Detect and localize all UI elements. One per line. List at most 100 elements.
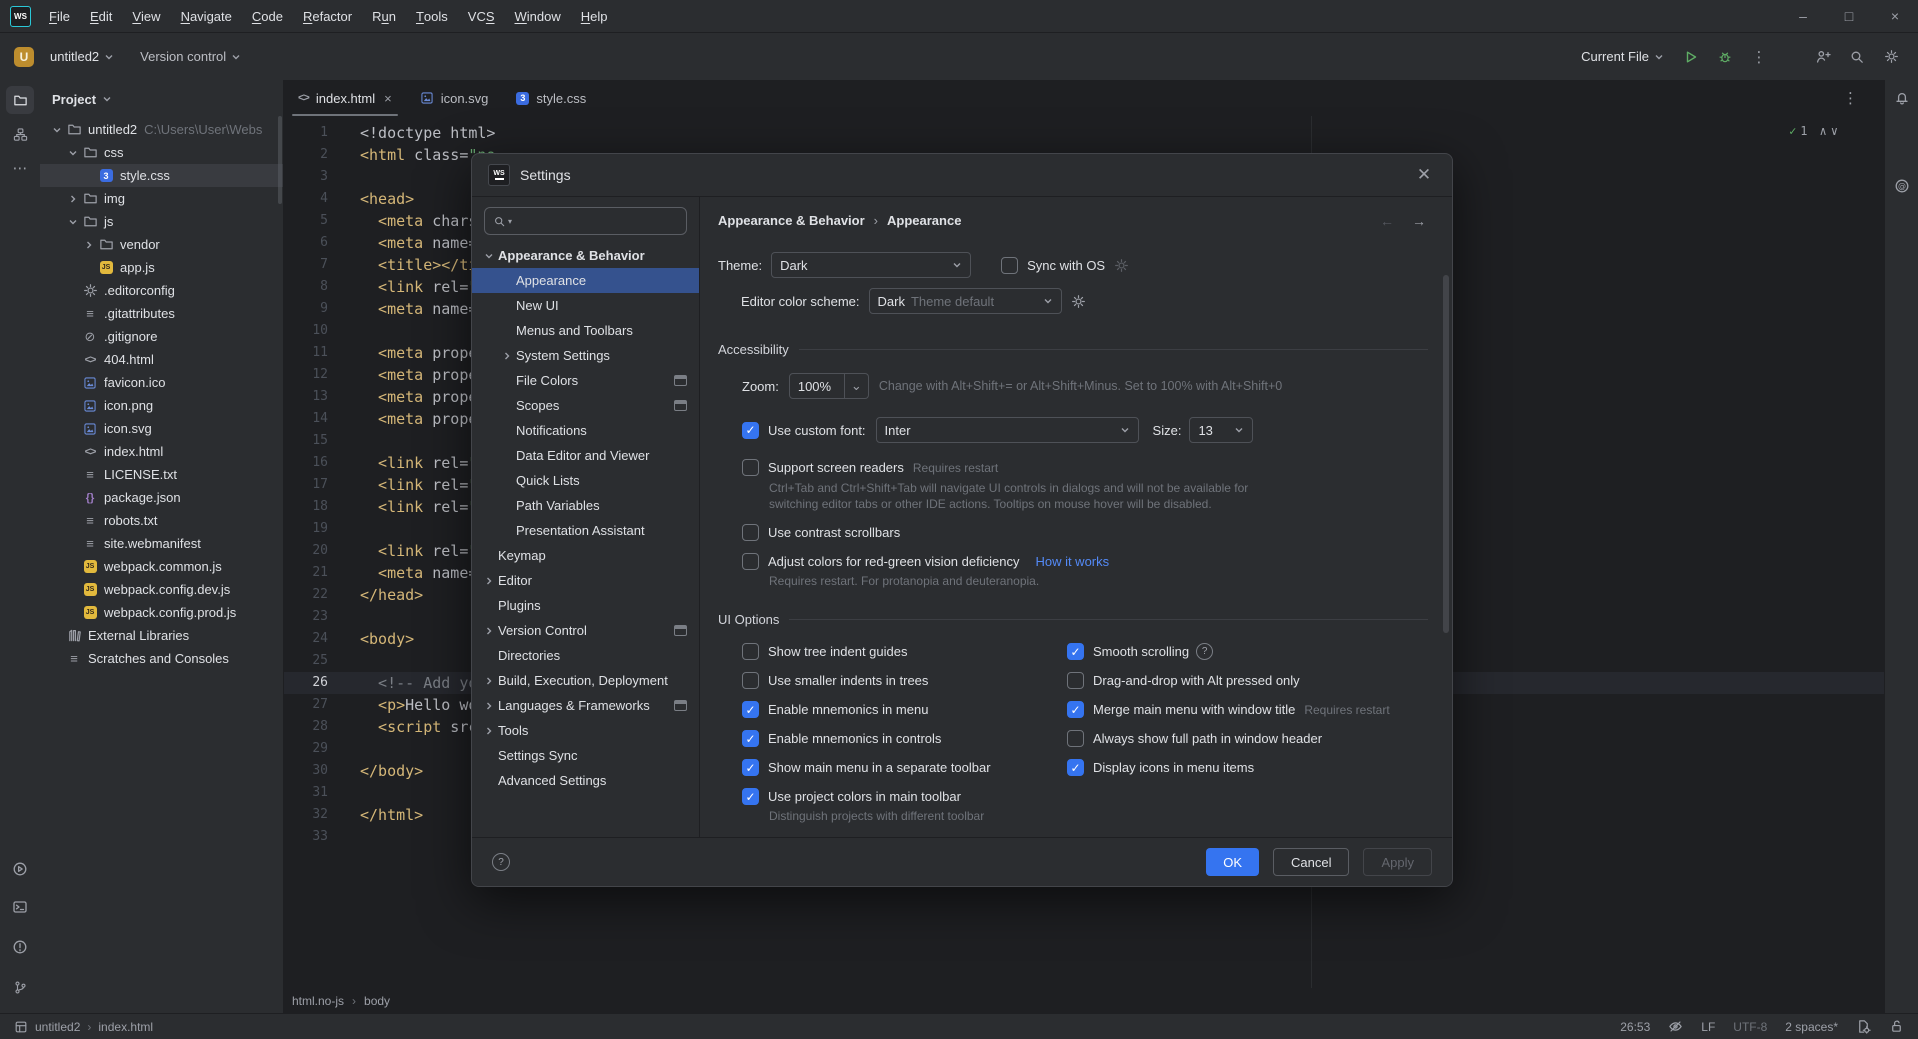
settings-tree-item-build-execution-deployment[interactable]: Build, Execution, Deployment xyxy=(472,668,699,693)
breadcrumb-item[interactable]: body xyxy=(364,994,390,1008)
file-settings-icon[interactable] xyxy=(1856,1019,1871,1034)
run-configuration-widget[interactable]: Current File xyxy=(1573,42,1672,72)
chevron-down-icon[interactable] xyxy=(64,217,81,227)
settings-tree-item-keymap[interactable]: Keymap xyxy=(472,543,699,568)
settings-breadcrumb-parent[interactable]: Appearance & Behavior xyxy=(718,213,865,228)
option-merge-main-menu-with-window-title[interactable]: ✓Merge main menu with window titleRequir… xyxy=(1067,695,1390,724)
sync-with-os-checkbox[interactable] xyxy=(1001,257,1018,274)
project-widget[interactable]: untitled2 xyxy=(42,42,122,72)
theme-select[interactable]: Dark xyxy=(771,252,971,278)
prev-problem-icon[interactable]: ∧ xyxy=(1820,124,1827,138)
editor-color-scheme-select[interactable]: Dark Theme default xyxy=(869,288,1062,314)
forward-arrow-icon[interactable]: → xyxy=(1412,213,1426,229)
checkbox[interactable]: ✓ xyxy=(742,701,759,718)
option-use-smaller-indents-in-trees[interactable]: Use smaller indents in trees xyxy=(742,666,1067,695)
project-tree-item[interactable]: JSwebpack.common.js xyxy=(40,555,283,578)
chevron-right-icon[interactable] xyxy=(480,626,498,636)
project-tree-item[interactable]: JSwebpack.config.prod.js xyxy=(40,601,283,624)
project-tree-item[interactable]: .editorconfig xyxy=(40,279,283,302)
tab-options-button[interactable]: ⋮ xyxy=(1843,80,1858,116)
menu-help[interactable]: Help xyxy=(571,0,618,32)
help-icon[interactable]: ? xyxy=(492,853,510,871)
settings-tree-item-new-ui[interactable]: New UI xyxy=(472,293,699,318)
project-tree-item[interactable]: icon.png xyxy=(40,394,283,417)
settings-tree-item-presentation-assistant[interactable]: Presentation Assistant xyxy=(472,518,699,543)
line-ending[interactable]: LF xyxy=(1701,1020,1715,1034)
menu-view[interactable]: View xyxy=(122,0,170,32)
settings-tree-item-quick-lists[interactable]: Quick Lists xyxy=(472,468,699,493)
checkbox[interactable]: ✓ xyxy=(1067,643,1084,660)
chevron-right-icon[interactable] xyxy=(80,240,97,250)
contrast-scrollbars-checkbox[interactable] xyxy=(742,524,759,541)
option-show-main-menu-in-a-separate-toolbar[interactable]: ✓Show main menu in a separate toolbar xyxy=(742,753,1067,782)
red-green-checkbox[interactable] xyxy=(742,553,759,570)
menu-refactor[interactable]: Refactor xyxy=(293,0,362,32)
settings-tree-item-directories[interactable]: Directories xyxy=(472,643,699,668)
project-tree-item[interactable]: js xyxy=(40,210,283,233)
maximize-button[interactable]: □ xyxy=(1826,0,1872,32)
editor-tab-icon.svg[interactable]: icon.svg xyxy=(406,80,503,116)
settings-tree-item-path-variables[interactable]: Path Variables xyxy=(472,493,699,518)
status-file[interactable]: index.html xyxy=(98,1020,153,1034)
vcs-widget[interactable]: Version control xyxy=(132,42,249,72)
option-display-icons-in-menu-items[interactable]: ✓Display icons in menu items xyxy=(1067,753,1390,782)
project-tree-item[interactable]: 3style.css xyxy=(40,164,283,187)
option-drag-and-drop-with-alt-pressed-only[interactable]: Drag-and-drop with Alt pressed only xyxy=(1067,666,1390,695)
option-enable-mnemonics-in-menu[interactable]: ✓Enable mnemonics in menu xyxy=(742,695,1067,724)
scheme-gear-icon[interactable] xyxy=(1071,294,1086,309)
project-tree-item[interactable]: External Libraries xyxy=(40,624,283,647)
project-tree-item[interactable]: <>index.html xyxy=(40,440,283,463)
checkbox[interactable]: ✓ xyxy=(1067,701,1084,718)
search-everywhere-button[interactable] xyxy=(1842,42,1872,72)
checkbox[interactable]: ✓ xyxy=(742,730,759,747)
more-tool-windows-button[interactable]: ⋯ xyxy=(6,154,34,182)
checkbox[interactable] xyxy=(1067,730,1084,747)
settings-tree-item-appearance-behavior[interactable]: Appearance & Behavior xyxy=(472,243,699,268)
option-enable-mnemonics-in-controls[interactable]: ✓Enable mnemonics in controls xyxy=(742,724,1067,753)
project-tree-item[interactable]: ≡.gitattributes xyxy=(40,302,283,325)
tab-close-icon[interactable]: × xyxy=(384,91,392,106)
settings-tree-item-tools[interactable]: Tools xyxy=(472,718,699,743)
project-tree-item[interactable]: ≡robots.txt xyxy=(40,509,283,532)
terminal-tool-button[interactable] xyxy=(6,893,34,921)
option-show-tree-indent-guides[interactable]: Show tree indent guides xyxy=(742,637,1067,666)
chevron-right-icon[interactable] xyxy=(480,701,498,711)
project-tree-item[interactable]: ⊘.gitignore xyxy=(40,325,283,348)
settings-tree-item-languages-frameworks[interactable]: Languages & Frameworks xyxy=(472,693,699,718)
checkbox[interactable] xyxy=(742,672,759,689)
project-tree-item[interactable]: untitled2C:\Users\User\Webs xyxy=(40,118,283,141)
close-button[interactable]: × xyxy=(1872,0,1918,32)
run-tool-button[interactable] xyxy=(6,855,34,883)
project-tree-item[interactable]: vendor xyxy=(40,233,283,256)
project-tree-item[interactable]: <>404.html xyxy=(40,348,283,371)
apply-button[interactable]: Apply xyxy=(1363,848,1432,876)
how-it-works-link[interactable]: How it works xyxy=(1035,554,1109,569)
settings-tree-item-version-control[interactable]: Version Control xyxy=(472,618,699,643)
project-tree-item[interactable]: icon.svg xyxy=(40,417,283,440)
project-tree-item[interactable]: favicon.ico xyxy=(40,371,283,394)
project-tool-button[interactable] xyxy=(6,86,34,114)
settings-tree-item-data-editor-and-viewer[interactable]: Data Editor and Viewer xyxy=(472,443,699,468)
notifications-button[interactable] xyxy=(1888,84,1916,112)
highlighting-off-icon[interactable] xyxy=(1668,1019,1683,1034)
settings-tree-item-editor[interactable]: Editor xyxy=(472,568,699,593)
use-custom-font-checkbox[interactable]: ✓ xyxy=(742,422,759,439)
problems-tool-button[interactable] xyxy=(6,933,34,961)
checkbox[interactable] xyxy=(1067,672,1084,689)
settings-tree-item-advanced-settings[interactable]: Advanced Settings xyxy=(472,768,699,793)
ai-assistant-button[interactable]: @ xyxy=(1888,172,1916,200)
project-tree-item[interactable]: ≡site.webmanifest xyxy=(40,532,283,555)
settings-tree-item-plugins[interactable]: Plugins xyxy=(472,593,699,618)
checkbox[interactable]: ✓ xyxy=(1067,759,1084,776)
run-button[interactable] xyxy=(1676,42,1706,72)
option-use-project-colors-in-main-toolbar[interactable]: ✓Use project colors in main toolbar xyxy=(742,782,1067,811)
project-tree-item[interactable]: css xyxy=(40,141,283,164)
project-tree-item[interactable]: {}package.json xyxy=(40,486,283,509)
project-panel-header[interactable]: Project xyxy=(40,80,283,114)
chevron-right-icon[interactable] xyxy=(480,726,498,736)
settings-tree-item-scopes[interactable]: Scopes xyxy=(472,393,699,418)
settings-search-input[interactable]: ▾ xyxy=(484,207,687,235)
project-tree-item[interactable]: ≡Scratches and Consoles xyxy=(40,647,283,670)
chevron-down-icon[interactable] xyxy=(480,251,498,261)
settings-tree-item-settings-sync[interactable]: Settings Sync xyxy=(472,743,699,768)
